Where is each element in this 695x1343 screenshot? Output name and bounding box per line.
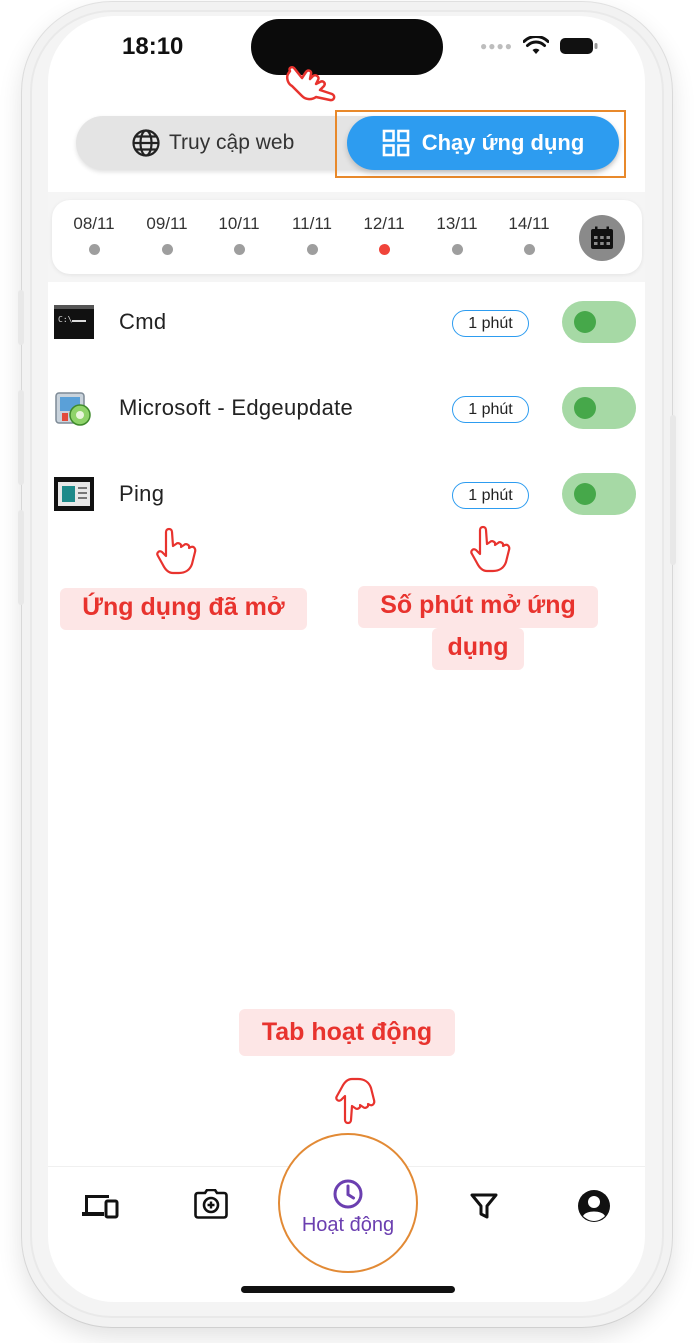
nav-camera[interactable] [191, 1184, 231, 1224]
toggle-knob [574, 311, 596, 333]
nav-devices[interactable] [80, 1186, 120, 1226]
pointing-hand-icon [285, 65, 336, 102]
pointing-hand-icon [470, 525, 511, 573]
web-access-tab[interactable]: Truy cập web [131, 128, 294, 158]
app-toggle[interactable] [562, 301, 636, 343]
date-strip: 08/11 09/11 10/11 11/11 12/11 13/11 14/1… [52, 200, 642, 274]
calendar-button[interactable] [579, 215, 625, 261]
duration-badge: 1 phút [452, 482, 529, 509]
toggle-knob [574, 483, 596, 505]
volume-up-button [18, 390, 24, 485]
status-icons: ●●●● [480, 36, 599, 56]
date-section: 08/11 09/11 10/11 11/11 12/11 13/11 14/1… [48, 192, 645, 282]
app-name: Microsoft - Edgeupdate [119, 395, 354, 420]
camera-icon [194, 1189, 228, 1219]
nav-account[interactable] [574, 1186, 614, 1226]
date-dot [523, 244, 535, 255]
minutes-callout-line1: Số phút mở ứng [358, 586, 598, 628]
battery-icon [560, 38, 598, 54]
app-name: Ping [119, 481, 165, 506]
date-item[interactable]: 13/11 [427, 214, 487, 255]
activity-tab-callout: Tab hoạt động [239, 1009, 455, 1056]
account-icon [578, 1190, 610, 1222]
duration-badge: 1 phút [452, 396, 529, 423]
nav-filter[interactable] [464, 1188, 504, 1224]
app-row[interactable]: Ping 1 phút [48, 465, 645, 525]
svg-text:C:\: C:\ [58, 315, 73, 324]
date-dot [451, 244, 463, 255]
date-dot [88, 244, 100, 255]
filter-icon [470, 1193, 498, 1219]
wifi-icon [523, 36, 549, 54]
nav-activity-label: Hoạt động [301, 1214, 395, 1236]
app-row[interactable]: Microsoft - Edgeupdate 1 phút [48, 379, 645, 439]
run-app-tab[interactable]: Chạy ứng dụng [347, 116, 619, 170]
web-access-label: Truy cập web [169, 131, 295, 154]
run-app-label: Chạy ứng dụng [421, 130, 585, 155]
cellular-signal-icon: ●●●● [480, 39, 513, 53]
duration-badge: 1 phút [452, 310, 529, 337]
pointing-hand-down-icon [335, 1077, 376, 1125]
power-button [670, 415, 676, 565]
date-dot [306, 244, 318, 255]
date-item-selected[interactable]: 12/11 [354, 214, 414, 255]
apps-opened-callout: Ứng dụng đã mở [60, 588, 307, 630]
date-item[interactable]: 11/11 [282, 214, 342, 255]
pointing-hand-icon [156, 527, 197, 575]
date-item[interactable]: 09/11 [137, 214, 197, 255]
app-screen: 18:10 ●●●● Truy cập web Chạy ứng dụng 08… [48, 16, 645, 1302]
date-dot-selected [378, 244, 390, 255]
minutes-callout-line2: dụng [432, 628, 524, 670]
date-item[interactable]: 14/11 [499, 214, 559, 255]
mute-switch [18, 290, 24, 345]
volume-down-button [18, 510, 24, 605]
nav-activity[interactable] [330, 1176, 366, 1212]
cmd-icon: C:\ [54, 305, 94, 339]
date-item[interactable]: 08/11 [64, 214, 124, 255]
date-dot [161, 244, 173, 255]
app-toggle[interactable] [562, 473, 636, 515]
date-item[interactable]: 10/11 [209, 214, 269, 255]
date-dot [233, 244, 245, 255]
toggle-knob [574, 397, 596, 419]
home-indicator [241, 1286, 455, 1293]
app-name: Cmd [119, 309, 167, 334]
devices-icon [82, 1195, 119, 1219]
status-time: 18:10 [122, 33, 184, 60]
app-toggle[interactable] [562, 387, 636, 429]
calendar-icon [591, 226, 613, 249]
globe-icon [132, 129, 160, 157]
ping-icon [54, 477, 94, 511]
edgeupdate-icon [55, 392, 91, 426]
grid-icon [382, 129, 410, 157]
app-row[interactable]: C:\ Cmd 1 phút [48, 293, 645, 353]
clock-icon [333, 1179, 363, 1209]
